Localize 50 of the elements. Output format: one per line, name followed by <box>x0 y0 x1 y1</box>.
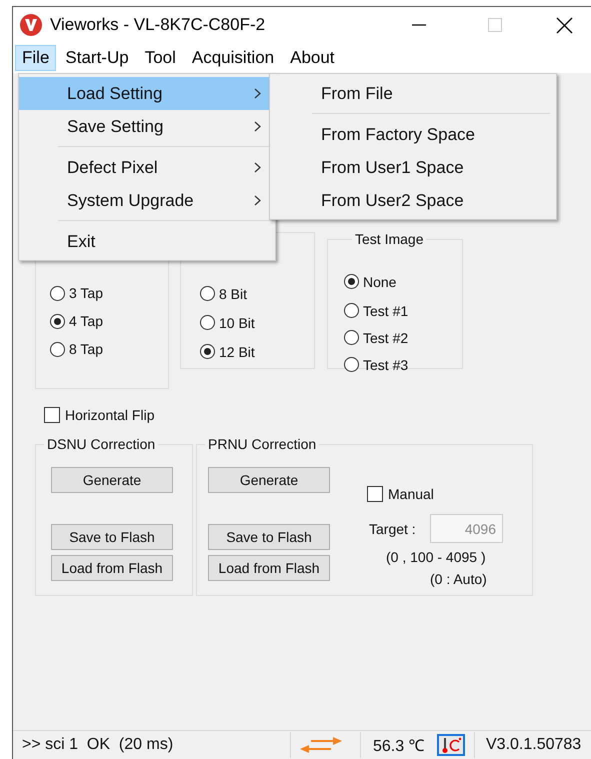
push-button[interactable]: Generate <box>208 467 330 493</box>
menu-item[interactable]: Acquisition <box>184 45 282 71</box>
radio-label: 8 Bit <box>219 286 248 302</box>
radio-label: 8 Tap <box>69 341 103 357</box>
close-icon[interactable] <box>556 16 573 34</box>
group-title: PRNU Correction <box>207 437 318 451</box>
temperature-reading: 56.3 ℃ <box>373 737 426 756</box>
transfer-arrows-icon <box>299 736 343 754</box>
menu-entry[interactable]: Exit <box>19 225 275 258</box>
menu-item[interactable]: Start-Up <box>58 45 136 71</box>
push-button[interactable]: Save to Flash <box>51 524 173 550</box>
radio-label: 12 Bit <box>219 344 255 360</box>
checkbox[interactable] <box>367 486 383 502</box>
radio-button[interactable] <box>50 286 65 300</box>
push-button[interactable]: Save to Flash <box>208 524 330 550</box>
range-note: (0 , 100 - 4095 ) <box>386 549 486 565</box>
radio-button[interactable] <box>50 342 65 356</box>
group-title: DSNU Correction <box>46 437 156 451</box>
radio-button[interactable] <box>200 344 215 359</box>
version-label: V3.0.1.50783 <box>486 736 582 754</box>
radio-button[interactable] <box>344 357 359 372</box>
radio-label: Test #3 <box>363 356 408 372</box>
checkbox-label: Manual <box>388 486 434 502</box>
window-title: Vieworks - VL-8K7C-C80F-2 <box>50 15 266 35</box>
radio-button[interactable] <box>50 314 65 328</box>
status-message: >> sci 1 OK (20 ms) <box>22 736 174 754</box>
radio-label: Test #2 <box>363 330 408 346</box>
field-label: Target : <box>369 520 417 536</box>
radio-label: 3 Tap <box>69 285 103 301</box>
thermometer-icon <box>437 734 465 756</box>
radio-button[interactable] <box>200 315 215 330</box>
checkbox[interactable] <box>44 407 60 423</box>
menu-item[interactable]: About <box>283 45 342 71</box>
radio-label: 10 Bit <box>219 314 255 330</box>
push-button[interactable]: Load from Flash <box>208 555 330 581</box>
radio-button[interactable] <box>200 286 215 301</box>
radio-button[interactable] <box>344 274 359 289</box>
push-button[interactable]: Load from Flash <box>51 555 173 581</box>
radio-button[interactable] <box>344 330 359 345</box>
checkbox-label: Horizontal Flip <box>65 407 154 423</box>
app-logo-icon <box>19 13 43 37</box>
group-title: Test Image <box>354 232 424 246</box>
menu-item[interactable]: File <box>15 45 56 71</box>
radio-label: None <box>363 274 396 290</box>
auto-note: (0 : Auto) <box>430 571 487 587</box>
menu-item[interactable]: Tool <box>138 45 183 71</box>
radio-label: Test #1 <box>363 302 408 318</box>
push-button[interactable]: Generate <box>51 467 173 493</box>
radio-label: 4 Tap <box>69 313 103 329</box>
radio-button[interactable] <box>344 303 359 318</box>
